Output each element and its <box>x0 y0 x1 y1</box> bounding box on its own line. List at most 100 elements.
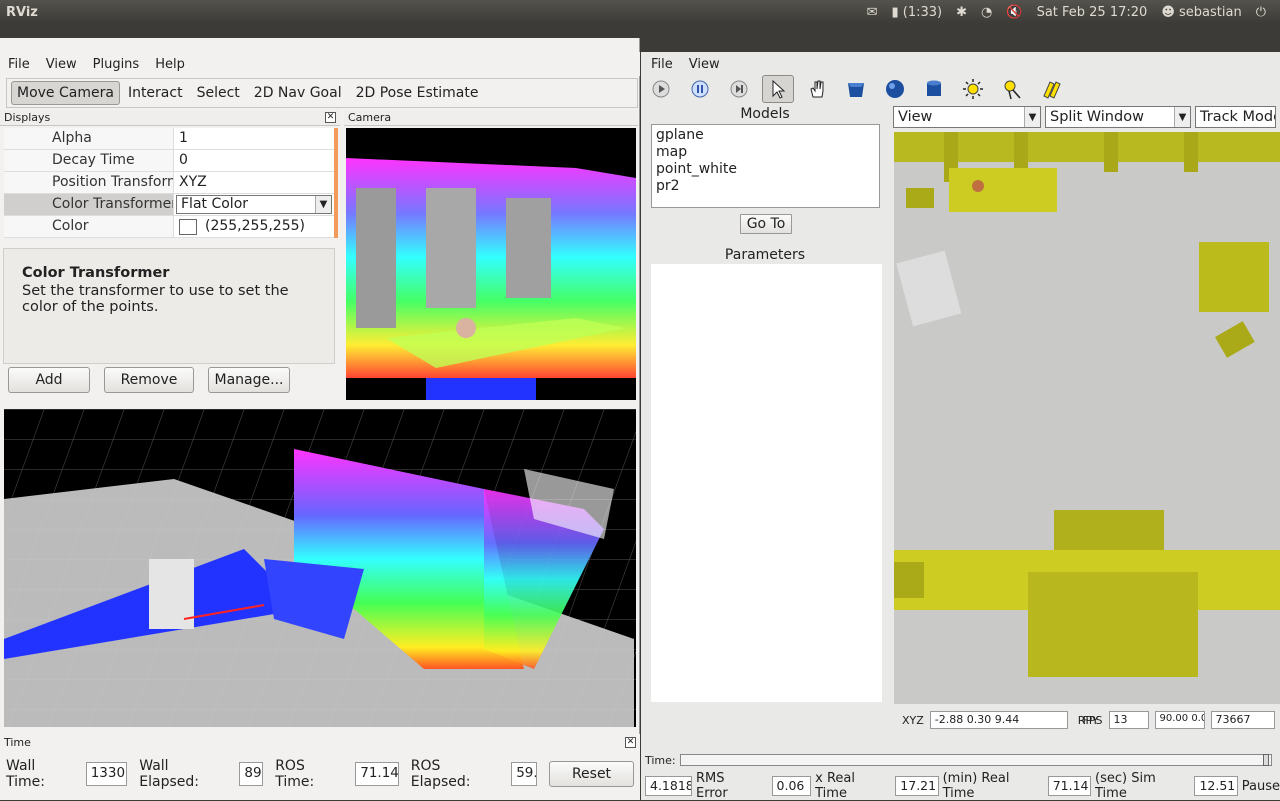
hand-icon[interactable] <box>801 75 833 103</box>
tree-scrollbar[interactable] <box>334 128 338 238</box>
fps-label: FPS <box>1082 713 1103 727</box>
goto-button[interactable]: Go To <box>740 214 792 234</box>
color-swatch[interactable] <box>179 218 197 235</box>
wall-elapsed-label: Wall Elapsed: <box>139 758 199 790</box>
battery-indicator[interactable]: ▮ (1:33) <box>891 5 942 20</box>
step-value-field: 4.1818 <box>645 776 693 796</box>
cylinder-shape-icon[interactable] <box>918 75 950 103</box>
gazebo-titlebar <box>641 38 1280 52</box>
wall-time-field[interactable]: 1330 <box>85 762 128 786</box>
select-arrow-icon[interactable] <box>762 75 794 103</box>
play-icon[interactable] <box>645 75 677 103</box>
power-icon[interactable]: ⏻ <box>1256 5 1266 20</box>
min-real-time-field: 71.14 <box>1047 776 1092 796</box>
tool-2d-nav-goal[interactable]: 2D Nav Goal <box>248 81 348 105</box>
sphere-shape-icon[interactable] <box>879 75 911 103</box>
split-window-dropdown[interactable]: Split Window ▼ <box>1045 106 1191 128</box>
user-icon: ☻ <box>1161 4 1175 20</box>
time-panel: Time ✕ Wall Time: 1330 Wall Elapsed: 89 RO… <box>0 734 640 800</box>
displays-header: Displays ✕ <box>0 110 340 126</box>
add-display-button[interactable]: Add <box>8 367 90 393</box>
active-app-title: RViz <box>6 4 38 20</box>
displays-panel: Displays ✕ Alpha 1 Decay Time 0 Position T… <box>0 110 340 400</box>
property-tree[interactable]: Alpha1 Decay Time0 Position TransformerX… <box>4 128 334 238</box>
x-real-time-label: x Real Time <box>815 771 855 801</box>
clock[interactable]: Sat Feb 25 17:20 <box>1037 5 1148 20</box>
rviz-menubar: File View Plugins Help <box>0 52 640 76</box>
rviz-window: File View Plugins Help Move Camera Inter… <box>0 38 640 800</box>
fps-field: 13 <box>1108 711 1149 729</box>
menu-file[interactable]: File <box>0 57 38 72</box>
model-item-gplane[interactable]: gplane <box>656 127 875 144</box>
model-item-point-white[interactable]: point_white <box>656 161 875 178</box>
models-list[interactable]: gplane map point_white pr2 <box>651 124 880 208</box>
camera-render <box>346 128 636 400</box>
time-title: Time <box>4 735 31 749</box>
tool-move-camera[interactable]: Move Camera <box>11 81 120 105</box>
rviz-titlebar <box>0 24 640 38</box>
ros-elapsed-label: ROS Elapsed: <box>410 758 471 790</box>
camera-image-view[interactable] <box>346 128 636 400</box>
property-row-alpha[interactable]: Alpha 1 <box>4 128 334 150</box>
battery-icon: ▮ <box>891 4 899 20</box>
gazebo-scene-render <box>894 132 1280 704</box>
ros-elapsed-field[interactable]: 59. <box>511 762 537 786</box>
spot-light-icon[interactable] <box>996 75 1028 103</box>
property-row-color-transformer[interactable]: Color Transformer Flat Color ▼ <box>4 194 334 216</box>
rviz-toolbar: Move Camera Interact Select 2D Nav Goal … <box>6 78 638 108</box>
tool-2d-pose-estimate[interactable]: 2D Pose Estimate <box>350 81 485 105</box>
manage-displays-button[interactable]: Manage... <box>208 367 290 393</box>
reset-time-button[interactable]: Reset <box>549 761 634 787</box>
rviz-3d-view[interactable] <box>4 409 636 727</box>
chevron-down-icon: ▼ <box>1174 107 1190 127</box>
color-transformer-dropdown[interactable]: Flat Color ▼ <box>176 195 332 214</box>
track-mode-dropdown[interactable]: Track Mode <box>1195 106 1276 128</box>
tool-select[interactable]: Select <box>191 81 246 105</box>
description-title: Color Transformer <box>22 265 170 281</box>
rms-error-field: 0.06 <box>771 776 812 796</box>
volume-muted-icon[interactable]: 🔇 <box>1006 5 1022 20</box>
ros-time-field[interactable]: 71.14 <box>355 762 399 786</box>
menu-view[interactable]: View <box>38 57 85 72</box>
menu-help[interactable]: Help <box>147 57 193 72</box>
time-slider[interactable] <box>679 754 1272 766</box>
point-light-icon[interactable] <box>957 75 989 103</box>
step-icon[interactable] <box>723 75 755 103</box>
box-shape-icon[interactable] <box>840 75 872 103</box>
time-slider-row: Time: <box>641 750 1280 770</box>
description-text: Set the transformer to use to set the co… <box>22 283 289 315</box>
tool-interact[interactable]: Interact <box>122 81 189 105</box>
close-time-icon[interactable]: ✕ <box>625 736 636 748</box>
model-item-map[interactable]: map <box>656 144 875 161</box>
mail-icon[interactable]: ✉ <box>867 5 878 20</box>
close-displays-icon[interactable]: ✕ <box>325 112 336 123</box>
gazebo-3d-view[interactable] <box>894 132 1280 704</box>
user-menu[interactable]: ☻ sebastian <box>1161 5 1241 20</box>
camera-panel: Camera <box>344 110 638 400</box>
property-row-position-transformer[interactable]: Position TransformerXYZ <box>4 172 334 194</box>
rms-error-label: RMS Error <box>696 771 728 801</box>
gz-menu-file[interactable]: File <box>643 57 681 72</box>
models-label: Models <box>740 106 790 122</box>
wall-elapsed-field[interactable]: 89 <box>239 762 264 786</box>
parameters-panel[interactable] <box>651 264 882 702</box>
model-item-pr2[interactable]: pr2 <box>656 178 875 195</box>
pause-label[interactable]: Pause <box>1242 779 1280 794</box>
directional-light-icon[interactable] <box>1035 75 1067 103</box>
bluetooth-icon[interactable]: ✱ <box>956 5 967 20</box>
chevron-down-icon: ▼ <box>1024 107 1040 127</box>
gz-menu-view[interactable]: View <box>681 57 728 72</box>
slider-handle[interactable] <box>1263 754 1269 766</box>
view-dropdown[interactable]: View ▼ <box>893 106 1041 128</box>
parameters-label: Parameters <box>724 247 806 263</box>
remove-display-button[interactable]: Remove <box>104 367 194 393</box>
triangle-count-field: 73667 <box>1210 711 1275 729</box>
gazebo-window: File View Models gplane map point_white … <box>641 38 1280 801</box>
wifi-icon[interactable]: ◔ <box>981 5 992 20</box>
pause-icon[interactable] <box>684 75 716 103</box>
ros-time-label: ROS Time: <box>275 758 315 790</box>
xyz-field: -2.88 0.30 9.44 <box>929 711 1068 729</box>
property-row-decay-time[interactable]: Decay Time 0 <box>4 150 334 172</box>
property-row-color[interactable]: Color (255,255,255) <box>4 216 334 238</box>
menu-plugins[interactable]: Plugins <box>85 57 148 72</box>
